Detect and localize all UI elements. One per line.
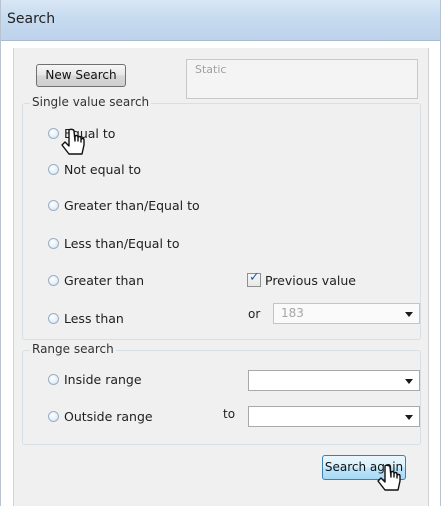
previous-value-label: Previous value bbox=[265, 273, 356, 288]
chevron-down-icon[interactable] bbox=[405, 312, 413, 317]
checkmark-icon: ✓ bbox=[249, 270, 260, 285]
radio-inside-range-label: Inside range bbox=[64, 372, 142, 387]
radio-greater-equal-label: Greater than/Equal to bbox=[64, 198, 200, 213]
dialog-body: New Search Static Single value search Eq… bbox=[13, 48, 429, 506]
radio-less-equal-label: Less than/Equal to bbox=[64, 236, 180, 251]
static-label: Static bbox=[195, 63, 227, 76]
to-label: to bbox=[223, 407, 236, 421]
window-title: Search bbox=[7, 11, 56, 27]
mouse-pointer-icon bbox=[377, 464, 401, 491]
radio-circle-icon[interactable] bbox=[48, 238, 59, 249]
mouse-pointer-icon bbox=[61, 128, 85, 155]
or-label: or bbox=[248, 307, 261, 321]
radio-outside-range-label: Outside range bbox=[64, 409, 153, 424]
radio-circle-icon[interactable] bbox=[48, 200, 59, 211]
static-text-box: Static bbox=[186, 59, 418, 99]
new-search-button[interactable]: New Search bbox=[36, 64, 126, 87]
radio-circle-icon[interactable] bbox=[48, 164, 59, 175]
radio-greater-than-label: Greater than bbox=[64, 273, 145, 288]
value-combo[interactable]: 183 bbox=[273, 303, 420, 324]
previous-value-checkbox[interactable]: ✓ bbox=[247, 270, 261, 287]
chevron-down-icon[interactable] bbox=[405, 379, 413, 384]
radio-not-equal-to-label: Not equal to bbox=[64, 162, 142, 177]
radio-circle-icon[interactable] bbox=[48, 411, 59, 422]
value-combo-text: 183 bbox=[281, 306, 304, 320]
radio-circle-icon[interactable] bbox=[48, 313, 59, 324]
radio-circle-icon[interactable] bbox=[48, 374, 59, 385]
range-search-label: Range search bbox=[30, 342, 116, 356]
range-search-group: Range search bbox=[22, 342, 421, 445]
chevron-down-icon[interactable] bbox=[405, 415, 413, 420]
title-bar[interactable]: Search bbox=[1, 0, 440, 41]
range-to-combo[interactable] bbox=[248, 406, 420, 427]
range-from-combo[interactable] bbox=[248, 370, 420, 391]
radio-circle-icon[interactable] bbox=[48, 275, 59, 286]
radio-less-than-label: Less than bbox=[64, 311, 124, 326]
search-window: Search New Search Static Single value se… bbox=[0, 0, 441, 506]
radio-circle-icon[interactable] bbox=[48, 128, 59, 139]
single-value-search-label: Single value search bbox=[30, 95, 152, 109]
